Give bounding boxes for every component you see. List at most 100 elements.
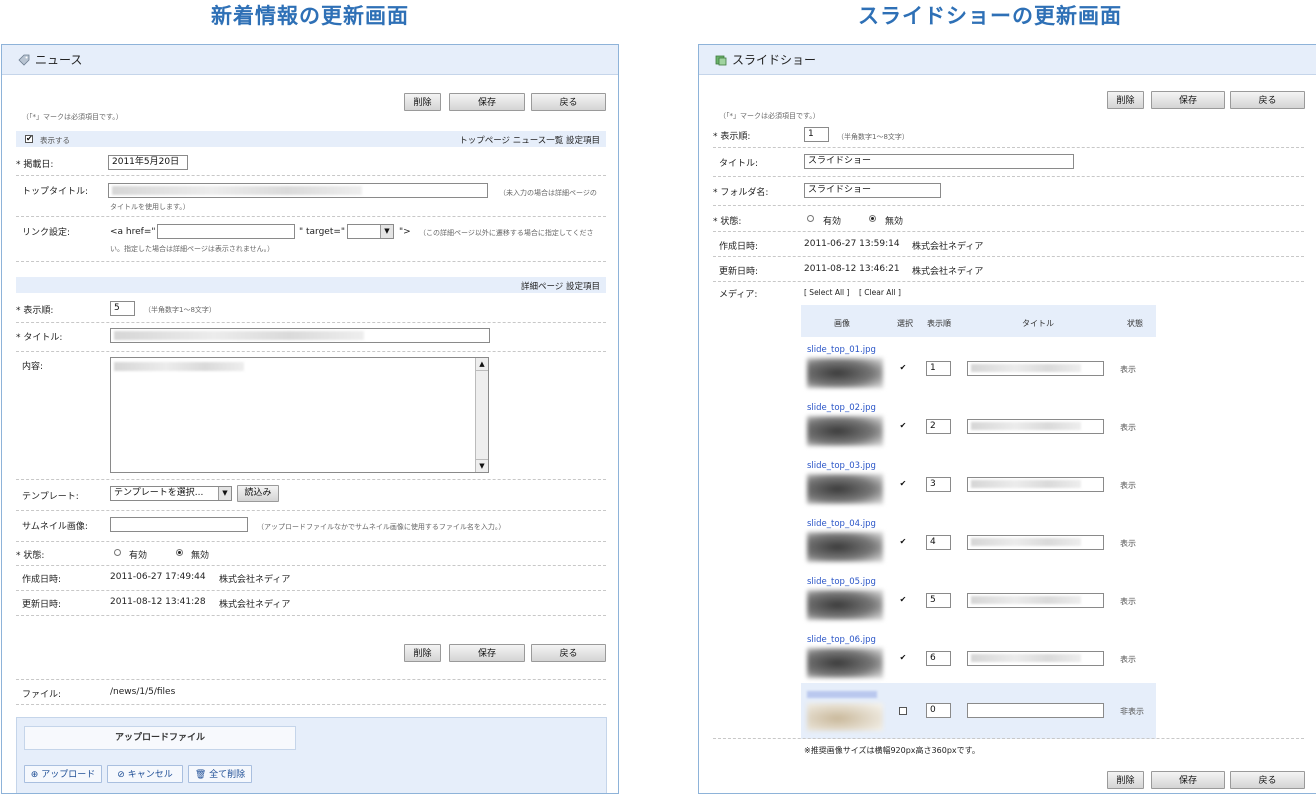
thumbnail-input[interactable] <box>110 517 248 532</box>
link-href-text: <a href=" <box>110 227 156 237</box>
back-button[interactable]: 戻る <box>1230 91 1305 109</box>
media-order-input[interactable]: 1 <box>926 361 951 376</box>
table-row: slide_top_06.jpg ✔ 6 表示 <box>801 631 1156 681</box>
scroll-up-icon[interactable]: ▲ <box>476 358 488 371</box>
cancel-icon: ⊘ <box>117 770 125 780</box>
table-row: slide_top_04.jpg ✔ 4 表示 <box>801 515 1156 565</box>
media-order-input[interactable]: 3 <box>926 477 951 492</box>
template-load-button[interactable]: 読込み <box>237 485 279 502</box>
top-title-note-2: タイトルを使用します。） <box>110 203 190 211</box>
media-thumbnail <box>807 358 883 388</box>
textarea-scrollbar[interactable]: ▲ ▼ <box>475 358 488 472</box>
status-off-radio[interactable] <box>869 215 876 222</box>
save-button[interactable]: 保存 <box>449 93 525 111</box>
delete-button[interactable]: 削除 <box>404 93 441 111</box>
media-title-input[interactable] <box>967 419 1104 434</box>
status-on-radio[interactable] <box>807 215 814 222</box>
back-button[interactable]: 戻る <box>531 93 606 111</box>
media-thumbnail <box>807 416 883 446</box>
delete-button-bottom[interactable]: 削除 <box>404 644 441 662</box>
media-select-checkbox[interactable]: ✔ <box>899 422 907 431</box>
title-row: * タイトル: <box>16 323 606 352</box>
media-file-link-blurred[interactable] <box>807 691 877 698</box>
slideshow-panel-title: スライドショー <box>732 53 817 67</box>
clear-all-link[interactable]: [ Clear All ] <box>859 288 901 297</box>
media-select-checkbox[interactable] <box>899 707 907 715</box>
link-note-2: い。指定した場合は詳細ページは表示されません。） <box>110 245 275 253</box>
link-href-input[interactable] <box>157 224 295 239</box>
status-off-radio[interactable] <box>176 549 183 556</box>
media-table-divider <box>713 738 1304 739</box>
created-row: 作成日時: 2011-06-27 13:59:14 株式会社ネディア <box>713 232 1304 257</box>
back-button-bottom[interactable]: 戻る <box>531 644 606 662</box>
required-note: （「*」マークは必須項目です。） <box>719 112 820 120</box>
media-select-checkbox[interactable]: ✔ <box>899 364 907 373</box>
select-all-link[interactable]: [ Select All ] <box>804 288 849 297</box>
media-thumbnail <box>807 474 883 504</box>
media-order-input[interactable]: 5 <box>926 593 951 608</box>
title-input[interactable] <box>110 328 490 343</box>
show-checkbox[interactable]: ✔ <box>25 135 33 143</box>
tag-icon <box>18 54 30 66</box>
created-by: 株式会社ネディア <box>912 242 984 252</box>
slideshow-icon <box>715 54 727 66</box>
order-input[interactable]: 1 <box>804 127 829 142</box>
media-file-link[interactable]: slide_top_03.jpg <box>807 461 876 471</box>
title-input[interactable]: スライドショー <box>804 154 1074 169</box>
link-row: リンク設定: <a href=" " target=" ▼ "> （この詳細ペー… <box>16 217 606 262</box>
media-select-checkbox[interactable]: ✔ <box>899 596 907 605</box>
media-order-input[interactable]: 2 <box>926 419 951 434</box>
updated-label: 更新日時: <box>22 600 62 610</box>
publish-date-input[interactable]: 2011年5月20日 <box>108 155 188 170</box>
link-label: リンク設定: <box>22 228 71 238</box>
delete-all-button-label: 全て削除 <box>209 770 246 780</box>
media-order-input[interactable]: 0 <box>926 703 951 718</box>
status-on-radio[interactable] <box>114 549 121 556</box>
upload-files-header: アップロードファイル <box>24 726 296 750</box>
link-target-select[interactable]: ▼ <box>347 224 394 239</box>
save-button-bottom[interactable]: 保存 <box>1151 771 1225 789</box>
media-select-checkbox[interactable]: ✔ <box>899 480 907 489</box>
order-input[interactable]: 5 <box>110 301 135 316</box>
delete-button[interactable]: 削除 <box>1107 91 1144 109</box>
publish-date-label: * 掲載日: <box>16 160 54 170</box>
media-title-input[interactable] <box>967 477 1104 492</box>
scroll-down-icon[interactable]: ▼ <box>476 459 488 472</box>
status-off-label: 無効 <box>191 551 210 561</box>
media-file-link[interactable]: slide_top_05.jpg <box>807 577 876 587</box>
media-file-link[interactable]: slide_top_01.jpg <box>807 345 876 355</box>
media-order-input[interactable]: 6 <box>926 651 951 666</box>
media-select-checkbox[interactable]: ✔ <box>899 538 907 547</box>
order-note: （半角数字1～8文字） <box>837 133 909 141</box>
media-file-link[interactable]: slide_top_02.jpg <box>807 403 876 413</box>
media-title-input[interactable] <box>967 535 1104 550</box>
media-file-link[interactable]: slide_top_06.jpg <box>807 635 876 645</box>
created-by: 株式会社ネディア <box>219 575 291 585</box>
media-file-link[interactable]: slide_top_04.jpg <box>807 519 876 529</box>
content-textarea[interactable]: ▲ ▼ <box>110 357 489 473</box>
top-title-input[interactable] <box>108 183 488 198</box>
link-note-1: （この詳細ページ以外に遷移する場合に指定してくださ <box>419 229 594 237</box>
media-status: 表示 <box>1120 423 1136 432</box>
save-button[interactable]: 保存 <box>1151 91 1225 109</box>
delete-all-button[interactable]: 🗑 全て削除 <box>188 765 252 783</box>
detail-section-bar: 詳細ページ 設定項目 <box>16 277 606 293</box>
folder-input[interactable]: スライドショー <box>804 183 941 198</box>
media-title-input[interactable] <box>967 593 1104 608</box>
delete-button-bottom[interactable]: 削除 <box>1107 771 1144 789</box>
cancel-button-label: キャンセル <box>127 770 173 780</box>
media-title-input[interactable] <box>967 651 1104 666</box>
template-select[interactable]: テンプレートを選択... ▼ <box>110 486 232 501</box>
chevron-down-icon: ▼ <box>380 225 393 238</box>
updated-value: 2011-08-12 13:41:28 <box>110 597 206 607</box>
upload-button[interactable]: ⊕ アップロード <box>24 765 102 783</box>
media-select-checkbox[interactable]: ✔ <box>899 654 907 663</box>
media-title-input[interactable] <box>967 703 1104 718</box>
cancel-button[interactable]: ⊘ キャンセル <box>107 765 183 783</box>
save-button-bottom[interactable]: 保存 <box>449 644 525 662</box>
status-label: * 状態: <box>713 217 742 227</box>
status-row: * 状態: 有効 無効 <box>16 542 606 566</box>
media-title-input[interactable] <box>967 361 1104 376</box>
back-button-bottom[interactable]: 戻る <box>1230 771 1305 789</box>
media-order-input[interactable]: 4 <box>926 535 951 550</box>
